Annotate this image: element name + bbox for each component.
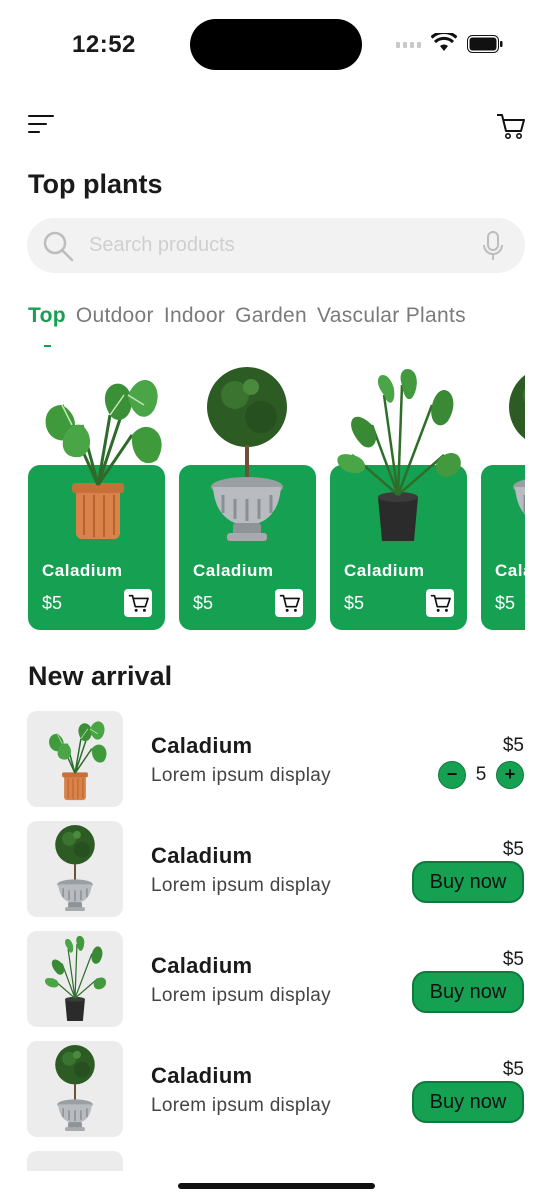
search-input[interactable] — [89, 218, 469, 273]
topiary-plant-icon — [205, 365, 289, 543]
product-thumbnail — [27, 1151, 123, 1171]
plant-card-name: Caladium — [42, 561, 123, 580]
signal-icon — [396, 42, 421, 48]
product-thumbnail — [27, 1041, 123, 1137]
tab-indoor[interactable]: Indoor — [164, 304, 225, 328]
wifi-icon — [431, 33, 457, 51]
plant-card-name: Caladium — [495, 561, 525, 580]
plant-card-price: $5 — [344, 593, 365, 613]
cart-icon[interactable] — [496, 112, 526, 140]
add-to-cart-button[interactable] — [426, 589, 454, 617]
tab-vascular-plants[interactable]: Vascular Plants — [317, 304, 466, 328]
list-item[interactable]: Caladium Lorem ipsum display $5 Buy now — [27, 821, 524, 917]
new-arrival-title: New arrival — [28, 661, 173, 691]
microphone-icon[interactable] — [483, 231, 503, 261]
tab-top[interactable]: Top — [28, 304, 66, 328]
list-item[interactable]: Caladium Lorem ipsum display $5 Buy now — [27, 1041, 524, 1137]
product-description: Lorem ipsum display — [151, 985, 331, 1006]
search-icon — [43, 231, 74, 262]
plant-card-price: $5 — [193, 593, 214, 613]
product-thumbnail — [27, 931, 123, 1027]
plant-card-name: Caladium — [344, 561, 425, 580]
list-item[interactable]: Caladium Lorem ipsum display $5 − 5 + — [27, 711, 524, 807]
product-price: $5 — [502, 839, 524, 860]
product-thumbnail — [27, 821, 123, 917]
increment-button[interactable]: + — [496, 761, 524, 789]
cart-icon — [279, 594, 300, 613]
product-name: Caladium — [151, 953, 253, 978]
topiary-plant-icon — [507, 365, 525, 543]
caladium-plant-icon — [44, 378, 164, 541]
tab-active-indicator — [44, 345, 51, 347]
list-item[interactable]: Caladium Lorem ipsum display $5 Buy now — [27, 931, 524, 1027]
page-title: Top plants — [28, 169, 163, 199]
product-name: Caladium — [151, 733, 253, 758]
home-indicator[interactable] — [178, 1183, 375, 1189]
tab-garden[interactable]: Garden — [235, 304, 307, 328]
product-name: Caladium — [151, 1063, 253, 1088]
product-description: Lorem ipsum display — [151, 1095, 331, 1116]
product-description: Lorem ipsum display — [151, 765, 331, 786]
product-description: Lorem ipsum display — [151, 875, 331, 896]
palm-plant-icon — [44, 935, 107, 1022]
battery-icon — [467, 35, 503, 53]
product-price: $5 — [502, 1059, 524, 1080]
caladium-plant-icon — [48, 720, 108, 801]
tab-outdoor[interactable]: Outdoor — [76, 304, 154, 328]
palm-plant-icon — [336, 367, 463, 543]
topiary-plant-icon — [54, 1044, 96, 1132]
buy-now-button[interactable]: Buy now — [412, 1081, 524, 1123]
plant-card-name: Caladium — [193, 561, 274, 580]
add-to-cart-button[interactable] — [275, 589, 303, 617]
top-plants-carousel[interactable]: Caladium $5 Caladium $5 Caladium $5 Cala… — [28, 365, 525, 635]
cart-icon — [430, 594, 451, 613]
menu-icon[interactable] — [28, 114, 54, 134]
status-bar: 12:52 — [0, 0, 552, 90]
cart-icon — [128, 594, 149, 613]
topiary-plant-icon — [54, 824, 96, 912]
quantity-value: 5 — [475, 764, 487, 785]
dynamic-island — [190, 19, 362, 70]
product-name: Caladium — [151, 843, 253, 868]
buy-now-button[interactable]: Buy now — [412, 861, 524, 903]
product-price: $5 — [502, 735, 524, 756]
product-thumbnail — [27, 711, 123, 807]
plant-card-price: $5 — [495, 593, 516, 613]
status-time: 12:52 — [72, 31, 136, 58]
buy-now-button[interactable]: Buy now — [412, 971, 524, 1013]
decrement-button[interactable]: − — [438, 761, 466, 789]
product-price: $5 — [502, 949, 524, 970]
add-to-cart-button[interactable] — [124, 589, 152, 617]
category-tabs: Top Outdoor Indoor Garden Vascular Plant… — [28, 304, 476, 328]
search-bar — [27, 218, 525, 273]
quantity-stepper: − 5 + — [438, 761, 524, 789]
plant-card-price: $5 — [42, 593, 63, 613]
